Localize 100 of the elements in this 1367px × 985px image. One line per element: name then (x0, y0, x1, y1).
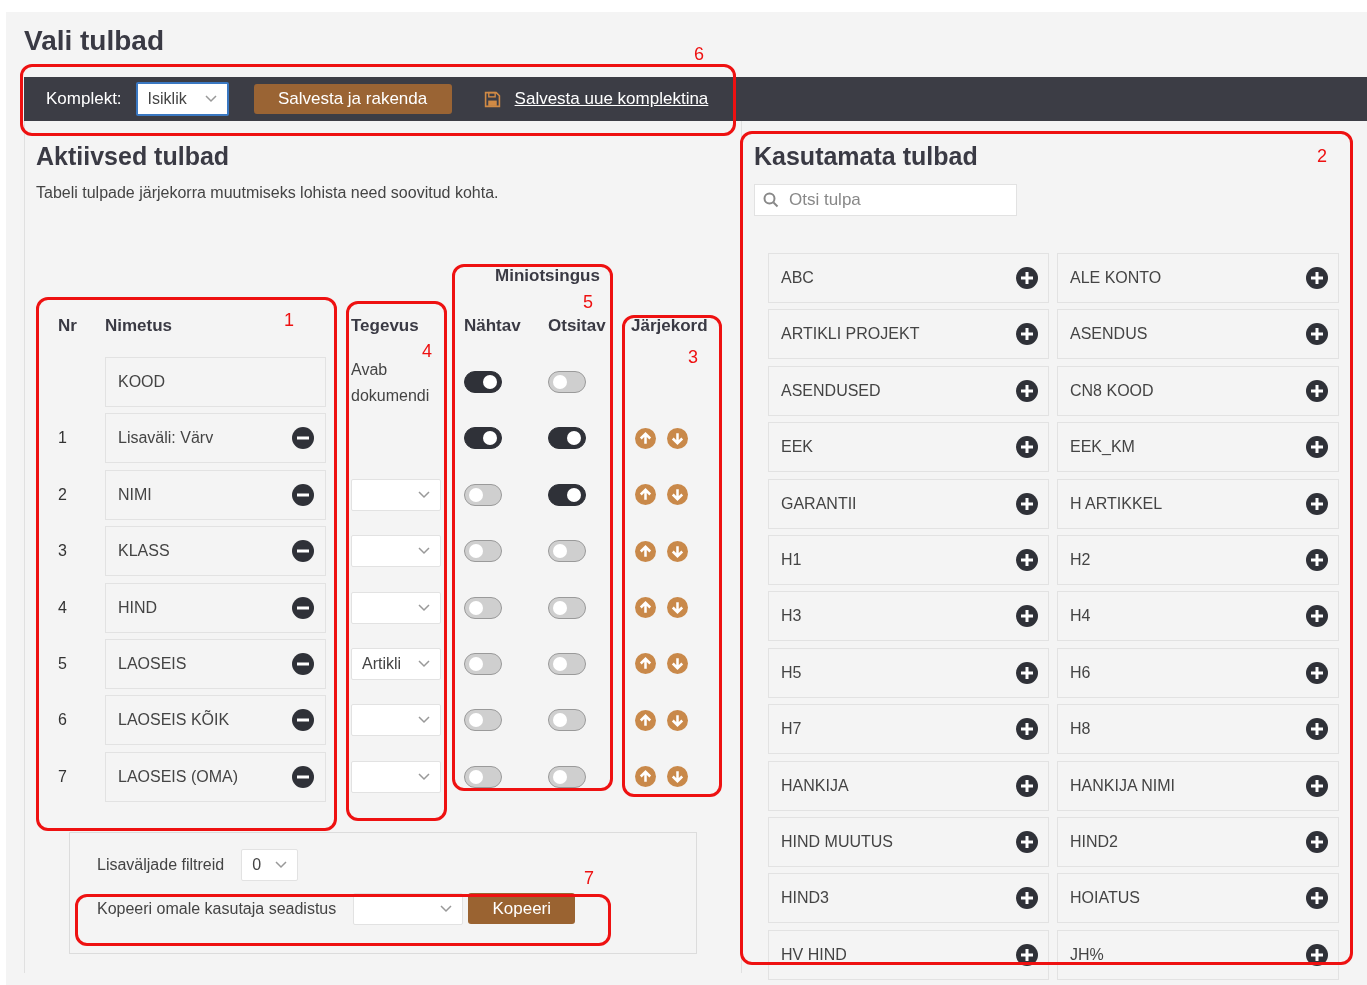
toggle-switch[interactable] (548, 540, 586, 563)
unused-column-item[interactable]: H1 (768, 534, 1049, 585)
add-icon[interactable] (1306, 379, 1328, 402)
add-icon[interactable] (1016, 267, 1038, 289)
unused-column-item[interactable]: ASENDUSED (768, 365, 1049, 416)
toggle-switch[interactable] (548, 652, 586, 675)
add-icon[interactable] (1016, 718, 1038, 741)
unused-column-item[interactable]: ALE KONTO (1057, 253, 1339, 303)
set-select[interactable]: Isiklik (135, 82, 229, 116)
add-icon[interactable] (1016, 774, 1038, 797)
unused-column-item[interactable]: H ARTIKKEL (1057, 478, 1339, 529)
add-icon[interactable] (1306, 323, 1328, 346)
arrow-up-icon[interactable] (635, 540, 656, 562)
arrow-down-icon[interactable] (667, 766, 688, 788)
add-icon[interactable] (1306, 605, 1328, 628)
unused-column-item[interactable]: GARANTII (768, 478, 1049, 529)
unused-column-item[interactable]: H3 (768, 591, 1049, 642)
toggle-switch[interactable] (548, 371, 586, 393)
arrow-down-icon[interactable] (667, 653, 688, 675)
toggle-switch[interactable] (464, 652, 502, 675)
arrow-up-icon[interactable] (635, 597, 656, 619)
column-name-item[interactable]: Lisaväli: Värv (105, 413, 326, 464)
add-icon[interactable] (1016, 548, 1038, 571)
unused-column-item[interactable]: HIND3 (768, 873, 1049, 924)
remove-icon[interactable] (292, 596, 314, 619)
arrow-down-icon[interactable] (667, 427, 688, 449)
toggle-switch[interactable] (464, 709, 502, 732)
add-icon[interactable] (1016, 492, 1038, 515)
column-name-item[interactable]: LAOSEIS (OMA) (105, 751, 326, 802)
remove-icon[interactable] (292, 483, 314, 506)
reorder-arrows-icon[interactable] (635, 427, 688, 449)
remove-icon[interactable] (292, 765, 314, 788)
unused-column-item[interactable]: ARTIKLI PROJEKT (768, 309, 1049, 360)
remove-icon[interactable] (292, 427, 314, 450)
reorder-arrows-icon[interactable] (635, 484, 688, 506)
unused-column-item[interactable]: H5 (768, 647, 1049, 698)
add-icon[interactable] (1016, 943, 1038, 966)
reorder-arrows-icon[interactable] (635, 653, 688, 675)
toggle-switch[interactable] (548, 427, 586, 450)
unused-column-item[interactable]: HV HIND (768, 929, 1049, 980)
add-icon[interactable] (1306, 436, 1328, 459)
add-icon[interactable] (1016, 661, 1038, 684)
column-name-item[interactable]: LAOSEIS (105, 638, 326, 689)
filters-select[interactable]: 0 (241, 848, 299, 881)
unused-column-item[interactable]: HANKIJA (768, 760, 1049, 811)
search-field[interactable]: Otsi tulpa (754, 184, 1017, 216)
unused-column-item[interactable]: ABC (768, 253, 1049, 303)
save-as-set-link[interactable]: Salvesta uue komplektina (514, 86, 709, 112)
unused-column-item[interactable]: CN8 KOOD (1057, 365, 1339, 416)
toggle-switch[interactable] (464, 483, 502, 506)
toggle-switch[interactable] (464, 765, 502, 788)
add-icon[interactable] (1306, 267, 1328, 289)
apply-button[interactable]: Salvesta ja rakenda (253, 84, 452, 114)
toggle-switch[interactable] (548, 596, 586, 619)
arrow-up-icon[interactable] (635, 653, 656, 675)
unused-column-item[interactable]: JH% (1057, 929, 1339, 980)
add-icon[interactable] (1306, 661, 1328, 684)
add-icon[interactable] (1016, 436, 1038, 459)
unused-column-item[interactable]: H2 (1057, 534, 1339, 585)
reorder-arrows-icon[interactable] (635, 540, 688, 562)
unused-column-item[interactable]: H4 (1057, 591, 1339, 642)
add-icon[interactable] (1016, 379, 1038, 402)
toggle-switch[interactable] (464, 427, 502, 450)
copy-button[interactable]: Kopeeri (468, 893, 576, 925)
column-name-item[interactable]: HIND (105, 582, 326, 633)
add-icon[interactable] (1016, 887, 1038, 910)
toggle-switch[interactable] (548, 709, 586, 732)
unused-column-item[interactable]: EEK (768, 422, 1049, 473)
add-icon[interactable] (1016, 830, 1038, 853)
arrow-down-icon[interactable] (667, 597, 688, 619)
remove-icon[interactable] (292, 540, 314, 563)
column-name-item[interactable]: KLASS (105, 526, 326, 577)
remove-icon[interactable] (292, 652, 314, 675)
unused-column-item[interactable]: HANKIJA NIMI (1057, 760, 1339, 811)
remove-icon[interactable] (292, 709, 314, 732)
add-icon[interactable] (1306, 718, 1328, 741)
column-name-item[interactable]: NIMI (105, 469, 326, 520)
unused-column-item[interactable]: HIND MUUTUS (768, 816, 1049, 867)
toggle-switch[interactable] (464, 596, 502, 619)
column-name-item[interactable]: KOOD (105, 357, 326, 407)
unused-column-item[interactable]: H7 (768, 704, 1049, 755)
reorder-arrows-icon[interactable] (635, 597, 688, 619)
add-icon[interactable] (1306, 887, 1328, 910)
add-icon[interactable] (1016, 605, 1038, 628)
column-name-item[interactable]: LAOSEIS KÕIK (105, 695, 326, 746)
toggle-switch[interactable] (464, 540, 502, 563)
add-icon[interactable] (1306, 492, 1328, 515)
unused-column-item[interactable]: H6 (1057, 647, 1339, 698)
arrow-up-icon[interactable] (635, 766, 656, 788)
unused-column-item[interactable]: ASENDUS (1057, 309, 1339, 360)
arrow-up-icon[interactable] (635, 427, 656, 449)
arrow-up-icon[interactable] (635, 709, 656, 731)
reorder-arrows-icon[interactable] (635, 709, 688, 731)
arrow-down-icon[interactable] (667, 709, 688, 731)
arrow-down-icon[interactable] (667, 484, 688, 506)
arrow-up-icon[interactable] (635, 484, 656, 506)
add-icon[interactable] (1306, 548, 1328, 571)
arrow-down-icon[interactable] (667, 540, 688, 562)
add-icon[interactable] (1306, 774, 1328, 797)
toggle-switch[interactable] (548, 765, 586, 788)
